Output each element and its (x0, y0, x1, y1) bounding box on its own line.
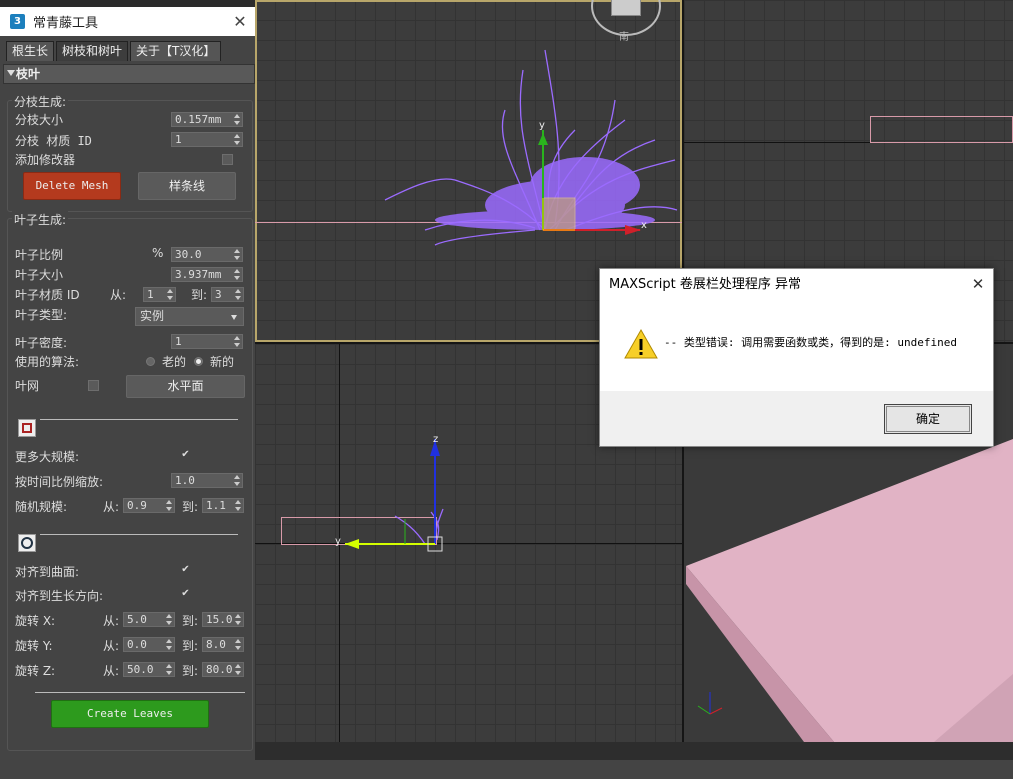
leaf-type-label: 叶子类型: (15, 308, 68, 322)
rollout-header-foliage[interactable]: 枝叶 (3, 64, 255, 84)
more-scale-checkbox[interactable]: ✔ (180, 450, 191, 461)
branch-matid-label: 分枝 材质 ID (15, 134, 92, 148)
leaf-matid-from-spinner[interactable]: 1 (143, 287, 176, 302)
rot-y-to-spinner[interactable]: 8.0 (202, 637, 244, 652)
leaf-matid-label: 叶子材质 ID (15, 288, 80, 302)
algo-new-radio[interactable] (194, 357, 203, 366)
add-modifier-label: 添加修改器 (15, 153, 76, 167)
leaf-matid-from-label: 从: (110, 288, 127, 302)
scale-time-label: 按时间比例缩放: (15, 475, 104, 489)
rot-y-label: 旋转 Y: (15, 639, 53, 653)
algo-new-label: 新的 (210, 355, 235, 369)
object-outline (870, 116, 1013, 143)
spline-button[interactable]: 样条线 (138, 172, 236, 200)
random-scale-label: 随机规模: (15, 500, 68, 514)
tab-branches-leaves[interactable]: 树枝和树叶 (56, 41, 129, 61)
rotation-section-icon[interactable] (18, 534, 36, 552)
plane-pick-button[interactable]: 水平面 (126, 375, 245, 398)
axis-x-label: x (641, 220, 647, 231)
random-scale-to-spinner[interactable]: 1.1 (202, 498, 244, 513)
rollout-title: 枝叶 (16, 67, 41, 81)
collapse-arrow-icon (7, 70, 15, 76)
leaf-density-label: 叶子密度: (15, 336, 68, 350)
dialog-footer: 确定 (600, 391, 993, 446)
warning-icon (624, 328, 658, 359)
leaf-density-spinner[interactable]: 1 (171, 334, 243, 349)
leaf-ratio-unit: % (152, 246, 164, 260)
align-surface-checkbox[interactable]: ✔ (180, 565, 191, 576)
rot-x-from-spinner[interactable]: 5.0 (123, 612, 175, 627)
align-growth-label: 对齐到生长方向: (15, 589, 104, 603)
random-scale-from-label: 从: (103, 500, 120, 514)
leaf-matid-to-label: 到: (191, 288, 208, 302)
align-surface-label: 对齐到曲面: (15, 565, 80, 579)
leaf-mesh-checkbox[interactable] (88, 380, 99, 391)
chevron-down-icon (231, 315, 237, 320)
status-strip (255, 760, 1013, 779)
scale-time-spinner[interactable]: 1.0 (171, 473, 243, 488)
delete-mesh-button[interactable]: Delete Mesh (23, 172, 121, 200)
3dsmax-app-icon: 3 (10, 14, 25, 29)
panel-close-icon[interactable]: ✕ (225, 12, 255, 31)
rot-y-from-label: 从: (103, 639, 120, 653)
algo-old-label: 老的 (162, 355, 187, 369)
rot-z-label: 旋转 Z: (15, 664, 56, 678)
panel-title: 常青藤工具 (33, 16, 99, 31)
leaf-mesh-label: 叶网 (15, 379, 40, 393)
rot-x-to-spinner[interactable]: 15.0 (202, 612, 244, 627)
random-scale-to-label: 到: (182, 500, 199, 514)
tab-root-growth[interactable]: 根生长 (6, 41, 55, 61)
random-scale-from-spinner[interactable]: 0.9 (123, 498, 175, 513)
dialog-close-icon[interactable]: ✕ (963, 269, 993, 300)
leaf-ratio-label: 叶子比例 (15, 248, 64, 262)
rot-z-from-label: 从: (103, 664, 120, 678)
dialog-titlebar[interactable]: MAXScript 卷展栏处理程序 异常 ✕ (600, 269, 993, 300)
branch-size-spinner[interactable]: 0.157mm (171, 112, 243, 127)
rot-x-label: 旋转 X: (15, 614, 56, 628)
create-leaves-button[interactable]: Create Leaves (51, 700, 209, 728)
rot-x-from-label: 从: (103, 614, 120, 628)
rot-x-to-label: 到: (182, 614, 199, 628)
panel-titlebar[interactable]: 3 常青藤工具 ✕ (0, 7, 255, 36)
tab-about[interactable]: 关于【T汉化】 (130, 41, 222, 61)
algo-old-radio[interactable] (146, 357, 155, 366)
leaf-matid-to-spinner[interactable]: 3 (211, 287, 244, 302)
more-scale-label: 更多大规模: (15, 450, 80, 464)
leaf-group-label: 叶子生成: (12, 211, 69, 228)
add-modifier-checkbox[interactable] (222, 154, 233, 165)
rot-z-to-spinner[interactable]: 80.0 (202, 662, 244, 677)
axis-tripod (697, 692, 723, 715)
rot-y-to-label: 到: (182, 639, 199, 653)
maxscript-error-dialog: MAXScript 卷展栏处理程序 异常 ✕ -- 类型错误: 调用需要函数或类… (599, 268, 994, 447)
dialog-body: -- 类型错误: 调用需要函数或类，得到的是: undefined (600, 300, 993, 391)
axis-z-label: z (433, 434, 439, 445)
leaf-size-spinner[interactable]: 3.937mm (171, 267, 243, 282)
divider (40, 419, 238, 420)
ok-button[interactable]: 确定 (884, 404, 972, 434)
scale-section-icon[interactable] (18, 419, 36, 437)
axis-y-label: y (539, 120, 545, 131)
leaf-size-label: 叶子大小 (15, 268, 64, 282)
dialog-title: MAXScript 卷展栏处理程序 异常 (609, 277, 801, 292)
rot-y-from-spinner[interactable]: 0.0 (123, 637, 175, 652)
dialog-message: -- 类型错误: 调用需要函数或类，得到的是: undefined (664, 336, 957, 349)
branch-size-label: 分枝大小 (15, 113, 64, 127)
align-growth-checkbox[interactable]: ✔ (180, 589, 191, 600)
branch-group-label: 分枝生成: (12, 93, 69, 110)
rot-z-to-label: 到: (182, 664, 199, 678)
rot-z-from-spinner[interactable]: 50.0 (123, 662, 175, 677)
divider (35, 692, 245, 693)
panel-tabs: 根生长 树枝和树叶 关于【T汉化】 (0, 41, 255, 61)
branch-matid-spinner[interactable]: 1 (171, 132, 243, 147)
algorithm-label: 使用的算法: (15, 355, 80, 369)
divider (40, 534, 238, 535)
leaf-ratio-spinner[interactable]: 30.0 (171, 247, 243, 262)
ivy-tool-panel: 3 常青藤工具 ✕ 根生长 树枝和树叶 关于【T汉化】 枝叶 分枝生成: 分枝大… (0, 7, 255, 779)
leaf-type-select[interactable]: 实例 (135, 307, 244, 326)
axis-y-label: y (335, 536, 341, 547)
